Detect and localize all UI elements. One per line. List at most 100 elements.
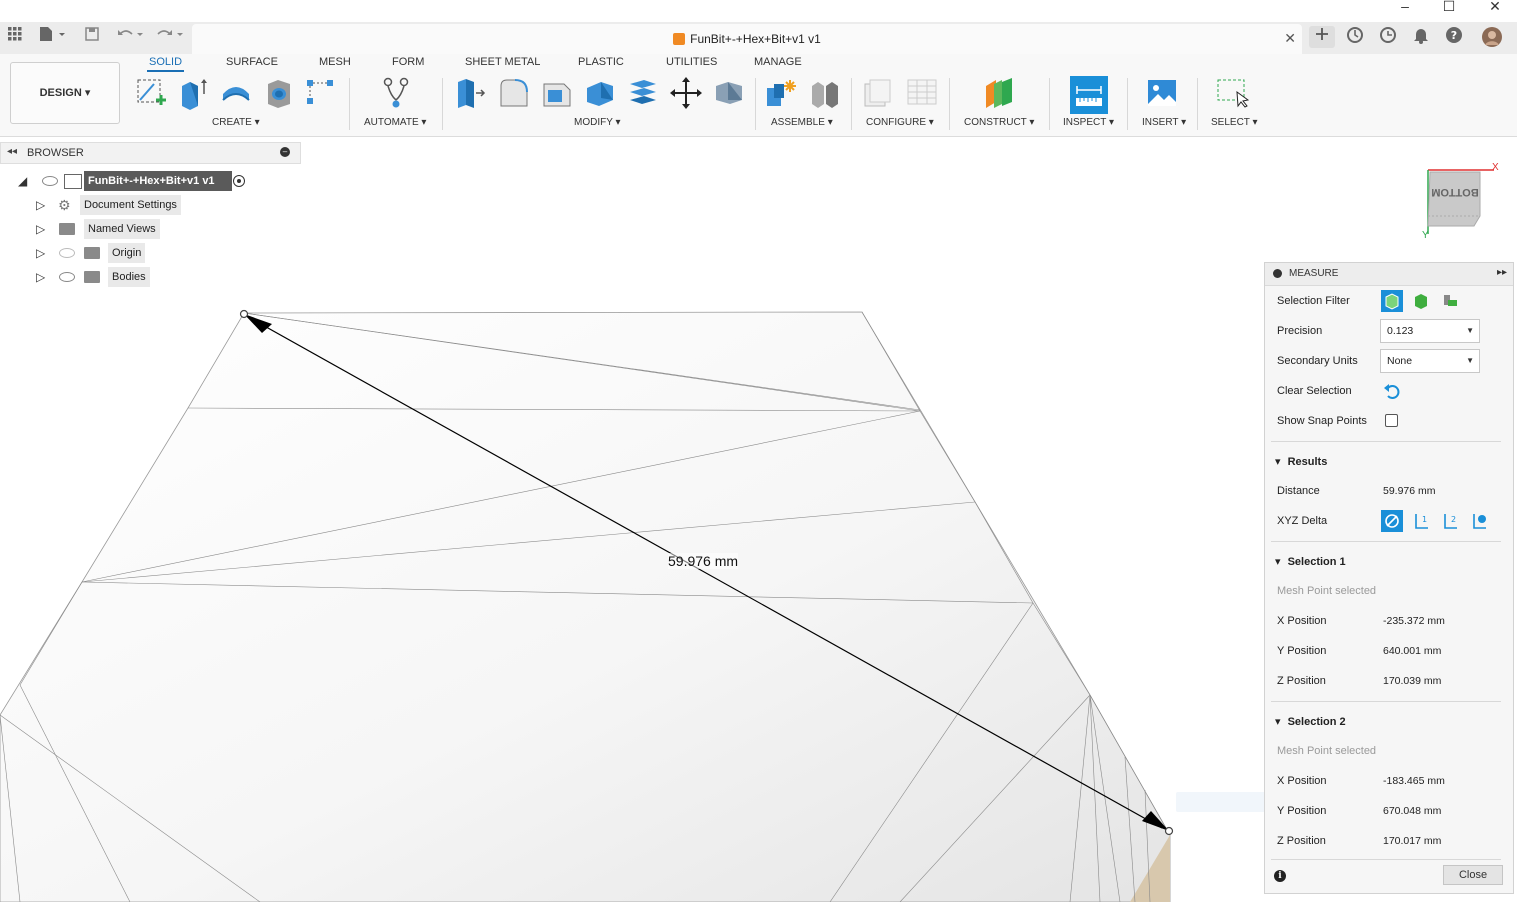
tab-manage[interactable]: MANAGE	[752, 56, 804, 68]
folder-icon	[84, 271, 100, 283]
configuration-rule-icon[interactable]	[905, 76, 939, 110]
browser-item-bodies[interactable]: ▷ Bodies	[0, 267, 300, 287]
expand-triangle-icon[interactable]: ▷	[36, 243, 45, 263]
revolve-icon[interactable]	[219, 76, 253, 110]
title-bar: – ☐ ✕	[0, 0, 1517, 22]
collapse-dialog-icon[interactable]	[1273, 269, 1282, 278]
select-window-icon[interactable]	[1215, 76, 1250, 110]
delta-axes-2-icon[interactable]: 2	[1439, 510, 1461, 532]
activate-radio-icon[interactable]	[233, 175, 245, 187]
redo-icon[interactable]	[154, 26, 188, 48]
selection-2-x-value: -183.465 mm	[1383, 775, 1445, 787]
align-icon[interactable]	[712, 76, 746, 110]
shell-icon[interactable]	[583, 76, 617, 110]
close-tab-icon[interactable]: ✕	[1284, 30, 1296, 47]
delta-none-icon[interactable]	[1381, 510, 1403, 532]
expand-triangle-icon[interactable]: ▷	[36, 219, 45, 239]
precision-dropdown[interactable]: 0.123 ▼	[1380, 319, 1480, 343]
user-avatar[interactable]	[1480, 26, 1504, 48]
visibility-eye-icon[interactable]	[42, 176, 58, 186]
insert-image-icon[interactable]	[1145, 76, 1179, 110]
filter-edge-icon[interactable]	[1439, 290, 1461, 312]
svg-text:1: 1	[1422, 515, 1427, 524]
fillet-icon[interactable]	[497, 76, 531, 110]
filter-face-icon[interactable]	[1410, 290, 1432, 312]
document-tab[interactable]: FunBit+-+Hex+Bit+v1 v1 ✕	[192, 24, 1302, 54]
new-tab-icon[interactable]	[1309, 26, 1335, 48]
move-copy-icon[interactable]	[669, 76, 703, 110]
extrude-icon[interactable]	[176, 76, 210, 110]
select-menu[interactable]: SELECT ▾	[1211, 117, 1258, 128]
offset-plane-icon[interactable]	[982, 76, 1016, 110]
results-section-header[interactable]: ▾ Results	[1275, 455, 1327, 468]
collapse-browser-icon[interactable]: ◂◂	[7, 146, 17, 157]
assemble-menu[interactable]: ASSEMBLE ▾	[771, 117, 833, 128]
expand-dialog-icon[interactable]: ▸▸	[1497, 267, 1507, 278]
measure-icon[interactable]	[1070, 76, 1108, 114]
insert-menu[interactable]: INSERT ▾	[1142, 117, 1186, 128]
selection-1-section-header[interactable]: ▾ Selection 1	[1275, 555, 1346, 568]
expand-triangle-icon[interactable]: ▷	[36, 267, 45, 287]
job-status-icon[interactable]	[1376, 26, 1400, 48]
construct-menu[interactable]: CONSTRUCT ▾	[964, 117, 1034, 128]
create-menu[interactable]: CREATE ▾	[212, 117, 260, 128]
apps-grid-icon[interactable]	[3, 26, 27, 48]
hidden-eye-icon[interactable]	[59, 248, 75, 258]
measure-dialog-header[interactable]: MEASURE ▸▸	[1265, 263, 1513, 286]
joint-icon[interactable]	[808, 76, 842, 110]
tab-mesh[interactable]: MESH	[317, 56, 353, 68]
tab-plastic[interactable]: PLASTIC	[576, 56, 626, 68]
info-icon[interactable]: i	[1274, 870, 1286, 882]
divider	[1127, 78, 1128, 130]
browser-item-origin[interactable]: ▷ Origin	[0, 243, 300, 263]
minimize-button[interactable]: –	[1388, 0, 1422, 16]
file-menu-icon[interactable]	[36, 26, 70, 48]
collapse-triangle-icon[interactable]: ◢	[18, 171, 27, 191]
tab-sheet-metal[interactable]: SHEET METAL	[463, 56, 542, 68]
visibility-eye-icon[interactable]	[59, 272, 75, 282]
pattern-icon[interactable]	[304, 76, 338, 110]
delta-custom-axes-icon[interactable]	[1468, 510, 1490, 532]
configure-table-icon[interactable]	[862, 76, 896, 110]
close-window-button[interactable]: ✕	[1478, 0, 1512, 16]
configure-menu[interactable]: CONFIGURE ▾	[866, 117, 934, 128]
filter-body-icon[interactable]	[1381, 290, 1403, 312]
browser-item-named-views[interactable]: ▷ Named Views	[0, 219, 300, 239]
automate-icon[interactable]	[379, 76, 413, 110]
help-icon[interactable]: ?	[1442, 26, 1466, 48]
chamfer-icon[interactable]	[540, 76, 574, 110]
combine-icon[interactable]	[626, 76, 660, 110]
save-icon[interactable]	[80, 26, 104, 48]
maximize-button[interactable]: ☐	[1432, 0, 1466, 16]
press-pull-icon[interactable]	[454, 76, 488, 110]
extensions-icon[interactable]	[1343, 26, 1367, 48]
create-sketch-icon[interactable]	[134, 76, 168, 110]
selection-2-section-header[interactable]: ▾ Selection 2	[1275, 715, 1346, 728]
tab-surface[interactable]: SURFACE	[224, 56, 280, 68]
notifications-bell-icon[interactable]	[1409, 26, 1433, 48]
undo-icon[interactable]	[114, 26, 148, 48]
expand-triangle-icon[interactable]: ▷	[36, 195, 45, 215]
show-snap-points-checkbox[interactable]	[1385, 414, 1398, 427]
tab-utilities[interactable]: UTILITIES	[664, 56, 719, 68]
minimize-browser-icon[interactable]: –	[280, 147, 290, 157]
divider	[1271, 701, 1501, 702]
tab-form[interactable]: FORM	[390, 56, 426, 68]
new-component-icon[interactable]	[764, 76, 798, 110]
browser-header[interactable]: ◂◂ BROWSER –	[0, 142, 301, 164]
browser-root-node[interactable]: ◢ FunBit+-+Hex+Bit+v1 v1	[0, 171, 300, 191]
workspace-switcher-button[interactable]: DESIGN ▾	[10, 62, 120, 124]
viewcube[interactable]: BOTTOM X Y	[1422, 162, 1512, 242]
secondary-units-dropdown[interactable]: None ▼	[1380, 349, 1480, 373]
automate-menu[interactable]: AUTOMATE ▾	[364, 117, 426, 128]
browser-item-document-settings[interactable]: ▷ ⚙ Document Settings	[0, 195, 300, 215]
delta-axes-1-icon[interactable]: 1	[1410, 510, 1432, 532]
modify-menu[interactable]: MODIFY ▾	[574, 117, 621, 128]
inspect-menu[interactable]: INSPECT ▾	[1063, 117, 1114, 128]
divider	[1271, 859, 1501, 860]
divider	[851, 78, 852, 130]
tab-solid[interactable]: SOLID	[147, 56, 185, 72]
close-measure-button[interactable]: Close	[1443, 865, 1503, 885]
clear-selection-undo-icon[interactable]	[1381, 380, 1403, 402]
hole-icon[interactable]	[262, 76, 296, 110]
